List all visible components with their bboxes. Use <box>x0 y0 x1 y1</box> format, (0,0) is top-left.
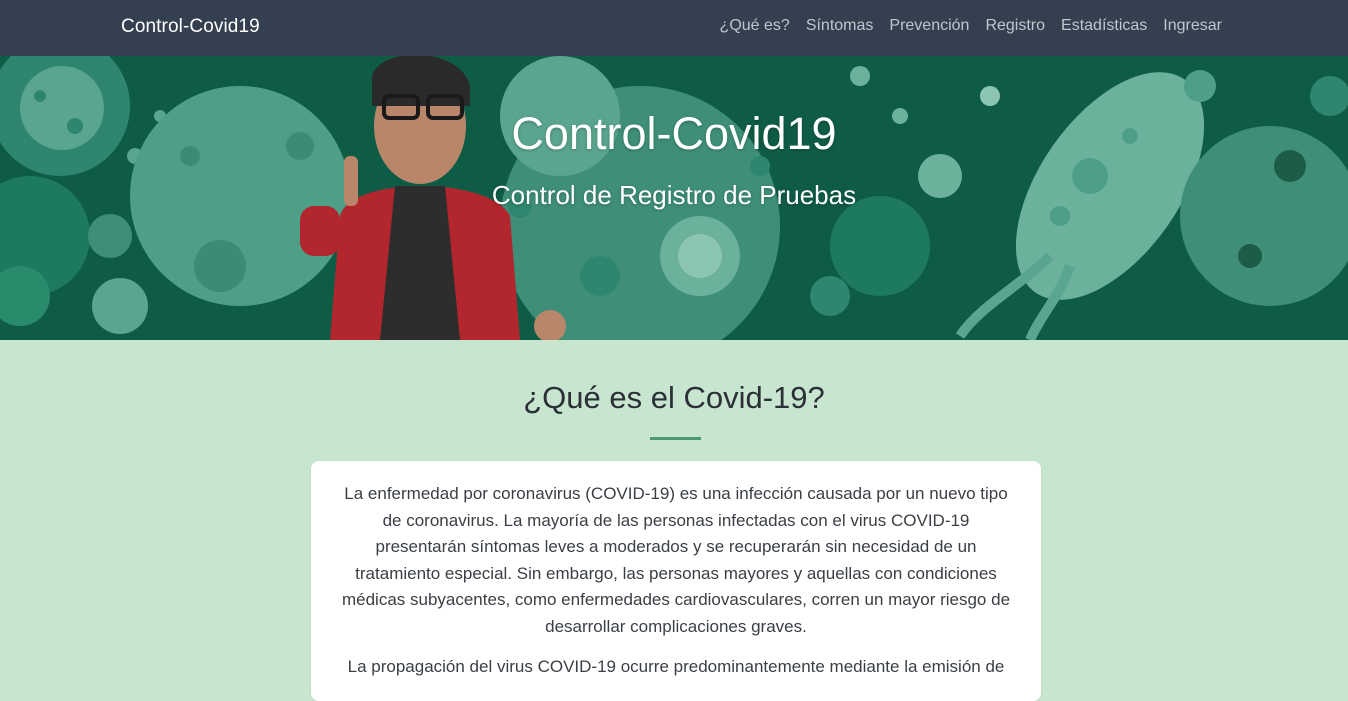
nav-link-registro[interactable]: Registro <box>985 17 1045 35</box>
nav-link-estadisticas[interactable]: Estadísticas <box>1061 17 1147 35</box>
hero-title: Control-Covid19 <box>511 108 837 159</box>
nav-links: ¿Qué es? Síntomas Prevención Registro Es… <box>720 17 1222 35</box>
hero-banner: Control-Covid19 Control de Registro de P… <box>0 56 1348 340</box>
info-paragraph: La propagación del virus COVID-19 ocurre… <box>347 656 1005 676</box>
nav-link-sintomas[interactable]: Síntomas <box>806 17 874 35</box>
hero-subtitle: Control de Registro de Pruebas <box>491 180 857 210</box>
brand-link[interactable]: Control-Covid19 <box>121 16 260 38</box>
section-divider <box>650 437 701 440</box>
info-paragraph: La enfermedad por coronavirus (COVID-19)… <box>341 484 1011 636</box>
section-title: ¿Qué es el Covid-19? <box>523 380 825 415</box>
nav-link-ingresar[interactable]: Ingresar <box>1163 17 1222 35</box>
top-navbar: Control-Covid19 ¿Qué es? Síntomas Preven… <box>0 0 1348 56</box>
nav-link-que-es[interactable]: ¿Qué es? <box>720 17 790 35</box>
info-card: La enfermedad por coronavirus (COVID-19)… <box>311 461 1041 701</box>
nav-link-prevencion[interactable]: Prevención <box>889 17 969 35</box>
